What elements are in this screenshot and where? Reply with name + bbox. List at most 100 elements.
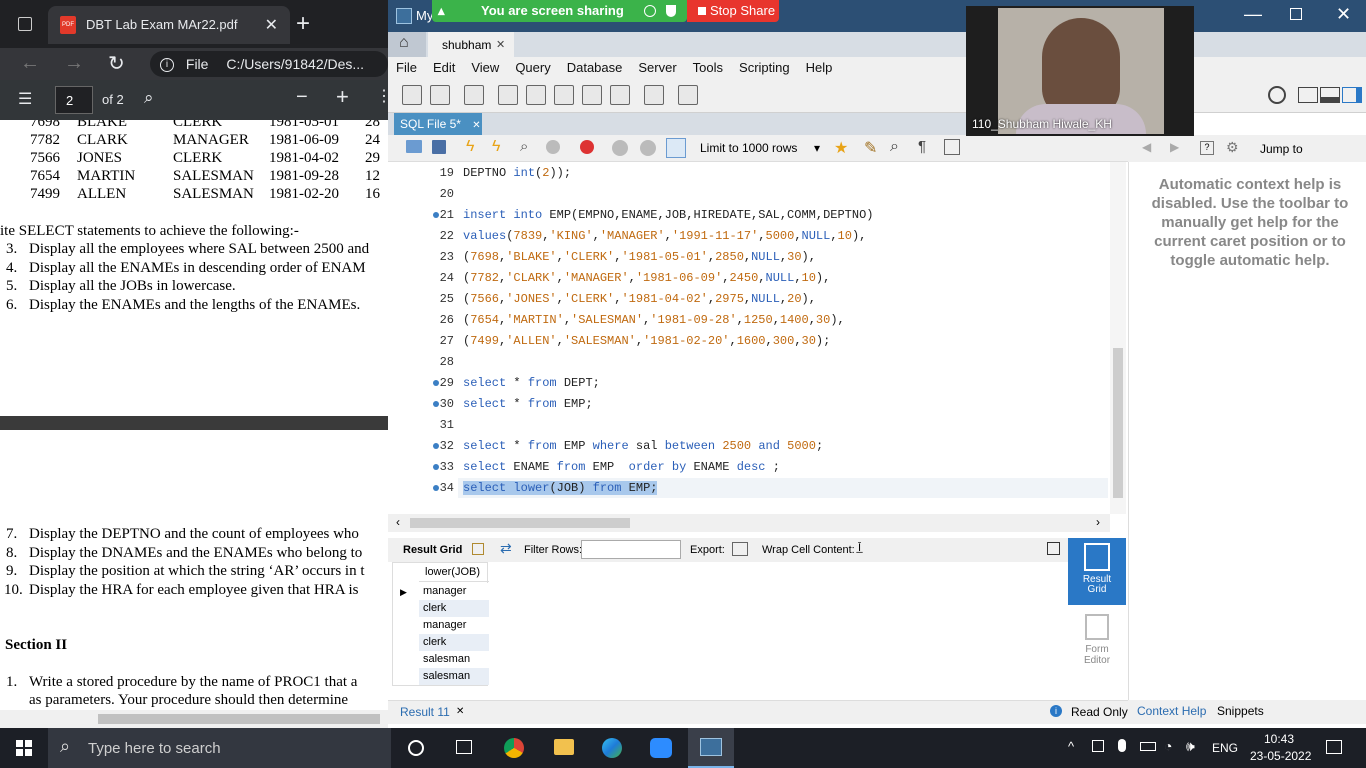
execute-icon[interactable]: ϟ [466,138,474,156]
result-tab[interactable]: Result 11 [400,705,450,719]
reload-icon[interactable]: ↻ [108,51,125,76]
zoom-in-icon[interactable]: + [336,84,349,110]
new-tab-icon[interactable]: + [296,10,310,38]
close-tab-icon[interactable]: ✕ [265,15,278,35]
tab-actions-icon[interactable] [18,17,32,31]
explain-icon[interactable]: ⌕ [520,138,528,155]
close-connection-icon[interactable]: ✕ [496,38,505,51]
grid-icon[interactable] [472,543,484,555]
connection-tab[interactable]: shubham ✕ [428,32,514,57]
rollback-icon[interactable] [640,140,656,156]
menu-file[interactable]: File [396,60,417,75]
layout-toggle-bottom-icon[interactable] [1320,87,1340,103]
result-cell[interactable]: manager [419,617,489,634]
result-cell[interactable]: clerk [419,600,489,617]
result-grid-side-button[interactable]: Result Grid [1068,538,1126,605]
execute-current-icon[interactable]: ϟ [492,138,500,156]
menu-view[interactable]: View [471,60,499,75]
pdf-horizontal-scrollbar[interactable] [0,710,388,728]
microphone-icon[interactable] [1118,739,1126,752]
forward-icon[interactable]: ▶ [1170,140,1179,154]
export-icon[interactable] [732,542,748,556]
scroll-thumb[interactable] [410,518,630,528]
notifications-icon[interactable] [1326,740,1342,754]
column-header[interactable]: lower(JOB) [419,563,489,582]
battery-icon[interactable] [1140,742,1156,751]
show-hidden-icons-icon[interactable]: ^ [1068,739,1074,754]
jump-to-select[interactable]: Jump to [1260,142,1303,156]
tab-snippets[interactable]: Snippets [1217,704,1264,718]
autocommit-icon[interactable] [666,138,686,158]
menu-scripting[interactable]: Scripting [739,60,790,75]
limit-rows-select[interactable]: Limit to 1000 rows ▾ [700,141,820,155]
toolbar-icon[interactable] [678,85,698,105]
chrome-icon[interactable] [504,738,524,758]
filter-rows-input[interactable] [581,540,681,559]
result-grid-label[interactable]: Result Grid [403,544,462,556]
scroll-left-icon[interactable]: ‹ [396,515,400,529]
url-field[interactable]: i File C:/Users/91842/Des... [150,51,388,77]
volume-icon[interactable]: 🕪 [1186,738,1195,755]
toolbar-icon[interactable] [526,85,546,105]
menu-help[interactable]: Help [806,60,833,75]
toolbar-icon[interactable] [430,85,450,105]
result-cell[interactable]: clerk [419,634,489,651]
bookmark-icon[interactable]: ★ [834,138,848,158]
find-icon[interactable]: ⌕ [890,138,899,156]
wrap-icon[interactable] [944,139,960,155]
result-cell[interactable]: salesman [419,651,489,668]
language-indicator[interactable]: ENG [1212,741,1238,755]
pause-icon[interactable] [644,5,656,17]
close-result-icon[interactable]: ✕ [456,706,464,717]
help-icon[interactable]: ? [1200,141,1214,155]
menu-tools[interactable]: Tools [693,60,723,75]
more-icon[interactable]: ⋮ [376,86,388,106]
open-file-icon[interactable] [406,140,422,153]
sql-editor[interactable]: 19 DEPTNO int(2)); 20 21 insert into EMP(EMP… [388,162,1128,514]
cortana-icon[interactable] [408,740,424,756]
tab-context-help[interactable]: Context Help [1137,704,1206,718]
start-icon[interactable] [16,740,32,756]
result-cell[interactable]: salesman [419,668,489,685]
editor-vertical-scrollbar[interactable] [1110,162,1126,514]
maximize-icon[interactable] [1290,8,1302,20]
meet-now-icon[interactable] [1092,740,1104,752]
menu-list-icon[interactable]: ☰ [18,89,32,109]
toolbar-icon[interactable] [644,85,664,105]
taskbar-search-box[interactable]: ⌕ Type here to search [48,728,391,768]
clock-time[interactable]: 10:43 [1264,732,1294,746]
search-icon[interactable]: ⌕ [144,88,154,108]
close-window-icon[interactable]: ✕ [1336,4,1351,25]
edge-icon[interactable] [602,738,622,758]
toolbar-icon[interactable] [554,85,574,105]
commit-icon[interactable] [612,140,628,156]
beautify-icon[interactable]: ✎ [864,138,877,158]
toolbar-icon[interactable] [464,85,484,105]
wifi-icon[interactable]: ◔ [1164,738,1172,754]
zoom-out-icon[interactable]: − [296,86,308,109]
refresh-icon[interactable]: ⇄ [500,540,512,557]
browser-tab-pdf[interactable]: PDF DBT Lab Exam MAr22.pdf ✕ [48,6,290,44]
settings-icon[interactable] [1268,86,1286,104]
clock-date[interactable]: 23-05-2022 [1250,749,1311,763]
task-view-icon[interactable] [456,740,472,754]
stop-icon[interactable] [546,140,560,154]
menu-database[interactable]: Database [567,60,623,75]
menu-edit[interactable]: Edit [433,60,455,75]
scroll-right-icon[interactable]: › [1096,515,1100,529]
toggle-panel-icon[interactable] [1047,542,1060,555]
workbench-taskbar-button[interactable] [688,728,734,768]
close-sql-tab-icon[interactable]: ✕ [472,120,480,131]
file-explorer-icon[interactable] [554,739,574,755]
toolbar-icon[interactable] [610,85,630,105]
layout-toggle-right-icon[interactable] [1342,87,1362,103]
toolbar-icon[interactable] [402,85,422,105]
wrap-cell-icon[interactable]: Ī̲ [858,542,861,554]
form-editor-side-button[interactable]: Form Editor [1068,610,1126,670]
back-icon[interactable]: ← [20,52,40,75]
forward-icon[interactable]: → [64,52,84,75]
zoom-app-icon[interactable] [650,738,672,758]
sql-file-tab[interactable]: SQL File 5* ✕ [394,113,482,135]
back-icon[interactable]: ◀ [1142,140,1151,154]
page-number-input[interactable]: 2 [55,86,93,114]
